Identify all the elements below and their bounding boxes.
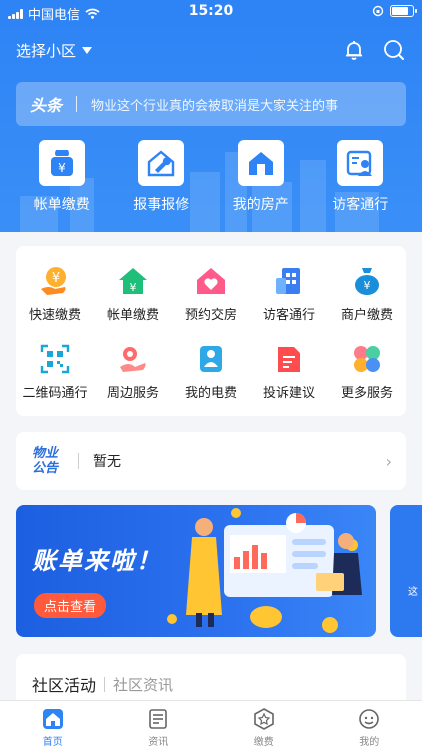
service-appointment[interactable]: 预约交房 [172, 264, 250, 323]
bill-icon: ¥ [38, 140, 85, 186]
top-menu-label: 我的房产 [232, 197, 289, 213]
service-visitor-pass[interactable]: 访客通行 [250, 264, 328, 323]
service-label: 预约交房 [184, 308, 237, 323]
banner-view-button[interactable]: 点击查看 [34, 593, 107, 618]
tab-news[interactable]: 资讯 [118, 701, 198, 750]
battery-icon [390, 5, 417, 17]
caret-down-icon [82, 46, 93, 54]
bottom-tab-bar: 首页 资讯 缴费 我的 [0, 700, 422, 750]
community-selector[interactable]: 选择小区 [16, 40, 93, 61]
home-icon [42, 709, 63, 729]
service-label: 访客通行 [262, 308, 315, 323]
tab-label: 我的 [359, 737, 380, 748]
quick-pay-icon: ¥ [38, 264, 72, 298]
service-label: 商户缴费 [340, 308, 393, 323]
service-grid: ¥ 快速缴费 ¥ 帐单缴费 预约交房 访客通行 ¥ 商户缴费 二维码通行 周边服… [16, 246, 406, 416]
property-notice[interactable]: 物业 公告 暂无 › [16, 432, 406, 490]
service-qrcode[interactable]: 二维码通行 [16, 342, 94, 401]
service-label: 帐单缴费 [106, 308, 159, 323]
tab-label: 首页 [42, 737, 63, 748]
chevron-right-icon: › [385, 451, 392, 471]
service-bill-pay[interactable]: ¥ 帐单缴费 [94, 264, 172, 323]
service-row: ¥ 快速缴费 ¥ 帐单缴费 预约交房 访客通行 ¥ 商户缴费 [16, 264, 406, 323]
notice-divider [78, 453, 79, 469]
top-menu-label: 帐单缴费 [33, 197, 90, 213]
electric-icon [194, 342, 228, 376]
house-icon [237, 140, 284, 186]
community-label: 选择小区 [16, 42, 77, 60]
svg-text:¥: ¥ [130, 281, 137, 294]
nearby-icon [116, 342, 150, 376]
bill-pay-icon: ¥ [116, 264, 150, 298]
next-banner[interactable]: 这 [390, 505, 422, 637]
bill-banner[interactable]: 账单来啦！ 点击查看 [16, 505, 376, 637]
tab-label: 资讯 [148, 737, 169, 748]
service-label: 快速缴费 [28, 308, 81, 323]
service-more[interactable]: 更多服务 [328, 342, 406, 401]
notice-logo: 物业 公告 [32, 446, 59, 476]
service-quick-pay[interactable]: ¥ 快速缴费 [16, 264, 94, 323]
banner-illustration [167, 508, 362, 633]
service-label: 更多服务 [340, 386, 393, 401]
top-menu-repair[interactable]: 报事报修 [116, 140, 206, 214]
tab-pay[interactable]: 缴费 [224, 701, 304, 750]
top-menu: ¥ 帐单缴费 报事报修 我的房产 访客通行 [0, 140, 422, 214]
visitor-icon [337, 140, 384, 186]
status-time: 15:20 [188, 3, 234, 19]
visitor-pass-icon [272, 264, 306, 298]
top-menu-label: 访客通行 [332, 197, 389, 213]
tab-profile[interactable]: 我的 [329, 701, 409, 750]
notice-text: 暂无 [93, 454, 121, 470]
header: 中国电信 15:20 选择小区 头条 物业这个行业真的会被取消是大家关注的事 ¥… [0, 0, 422, 232]
more-icon [350, 342, 384, 376]
pay-icon [253, 708, 274, 730]
svg-text:¥: ¥ [58, 161, 66, 175]
headline-divider [76, 96, 78, 112]
service-label: 二维码通行 [22, 386, 88, 401]
service-label: 我的电费 [184, 386, 237, 401]
tab-label: 缴费 [253, 737, 274, 748]
top-menu-label: 报事报修 [133, 197, 190, 213]
svg-text:¥: ¥ [364, 279, 371, 292]
top-menu-bill[interactable]: ¥ 帐单缴费 [17, 140, 107, 214]
status-bar: 中国电信 15:20 [0, 0, 422, 24]
bell-icon[interactable] [342, 38, 366, 62]
headline-logo: 头条 [30, 96, 63, 115]
service-nearby[interactable]: 周边服务 [94, 342, 172, 401]
search-icon[interactable] [382, 38, 406, 62]
service-row: 二维码通行 周边服务 我的电费 投诉建议 更多服务 [16, 342, 406, 401]
appointment-icon [194, 264, 228, 298]
merchant-pay-icon: ¥ [350, 264, 384, 298]
complaint-icon [272, 342, 306, 376]
banner-title: 账单来啦！ [32, 547, 162, 575]
tab-community-news[interactable]: 社区资讯 [113, 674, 173, 695]
service-label: 周边服务 [106, 386, 159, 401]
service-electric[interactable]: 我的电费 [172, 342, 250, 401]
service-label: 投诉建议 [262, 386, 315, 401]
top-menu-visitor[interactable]: 访客通行 [315, 140, 405, 214]
service-merchant-pay[interactable]: ¥ 商户缴费 [328, 264, 406, 323]
svg-text:¥: ¥ [52, 271, 60, 286]
next-banner-text: 这 [408, 587, 418, 598]
service-complaint[interactable]: 投诉建议 [250, 342, 328, 401]
news-icon [149, 709, 168, 729]
orientation-lock-icon [372, 5, 384, 17]
section-divider [104, 676, 106, 692]
headline-text: 物业这个行业真的会被取消是大家关注的事 [91, 98, 339, 114]
headline-ticker[interactable]: 头条 物业这个行业真的会被取消是大家关注的事 [16, 82, 406, 126]
qrcode-icon [38, 342, 72, 376]
repair-icon [138, 140, 185, 186]
profile-icon [359, 709, 380, 729]
tab-community-activity[interactable]: 社区活动 [32, 672, 96, 696]
top-menu-house[interactable]: 我的房产 [216, 140, 306, 214]
tab-home[interactable]: 首页 [13, 701, 93, 750]
